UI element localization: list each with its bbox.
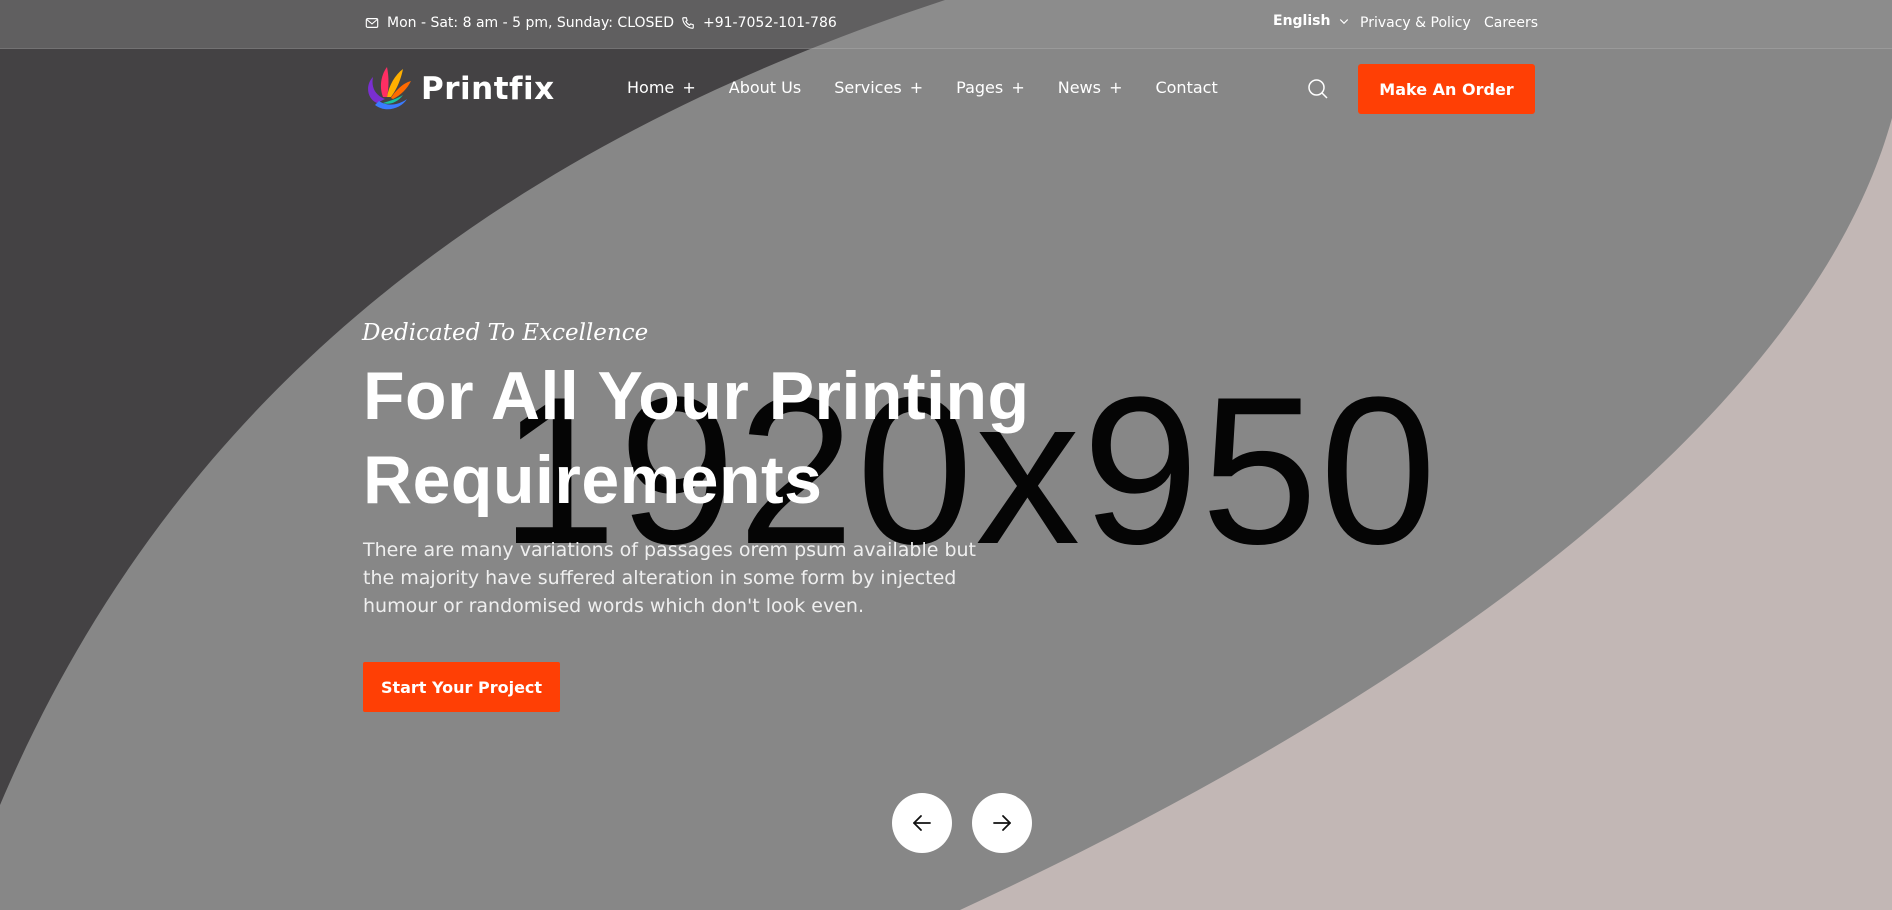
main-nav: Home + About Us Services + Pages + News … bbox=[627, 78, 1251, 97]
phone-icon bbox=[682, 17, 694, 29]
envelope-icon bbox=[365, 18, 379, 28]
nav-label-home: Home bbox=[627, 78, 675, 97]
hero-tagline: Dedicated To Excellence bbox=[362, 320, 649, 346]
language-label: English bbox=[1273, 13, 1331, 29]
opening-hours: Mon - Sat: 8 am - 5 pm, Sunday: CLOSED bbox=[365, 15, 674, 31]
careers-label: Careers bbox=[1484, 15, 1539, 31]
nav-label-contact: Contact bbox=[1155, 78, 1218, 97]
phone-number-text: +91-7052-101-786 bbox=[703, 15, 837, 31]
nav-item-services[interactable]: Services + bbox=[834, 78, 923, 97]
submenu-plus-icon: + bbox=[682, 78, 696, 97]
top-bar: Mon - Sat: 8 am - 5 pm, Sunday: CLOSED +… bbox=[0, 0, 1892, 49]
logo-mark-icon bbox=[368, 67, 411, 110]
search-icon bbox=[1308, 79, 1328, 99]
start-your-project-label: Start Your Project bbox=[380, 677, 543, 697]
start-your-project-button[interactable]: Start Your Project bbox=[363, 662, 560, 712]
arrow-right-icon bbox=[993, 815, 1011, 831]
submenu-plus-icon: + bbox=[1109, 78, 1123, 97]
hero-headline-line2: Requirements bbox=[363, 442, 823, 518]
hero-headline: For All Your Printing Requirements bbox=[363, 354, 1083, 522]
search-button[interactable] bbox=[1306, 77, 1330, 101]
nav-item-about[interactable]: About Us bbox=[729, 78, 801, 97]
hero-content: Dedicated To Excellence For All Your Pri… bbox=[362, 320, 1083, 712]
hero-headline-line1: For All Your Printing bbox=[363, 358, 1030, 434]
opening-hours-text: Mon - Sat: 8 am - 5 pm, Sunday: CLOSED bbox=[387, 15, 675, 31]
nav-label-pages: Pages bbox=[956, 78, 1004, 97]
phone-number[interactable]: +91-7052-101-786 bbox=[681, 15, 837, 31]
slider-next-button[interactable] bbox=[972, 793, 1032, 853]
nav-item-news[interactable]: News + bbox=[1058, 78, 1123, 97]
chevron-down-icon bbox=[1340, 19, 1349, 25]
nav-item-pages[interactable]: Pages + bbox=[956, 78, 1025, 97]
privacy-policy-label: Privacy & Policy bbox=[1360, 15, 1471, 31]
make-an-order-button[interactable]: Make An Order bbox=[1358, 64, 1535, 114]
language-selector[interactable]: English bbox=[1273, 13, 1350, 29]
privacy-policy-link[interactable]: Privacy & Policy bbox=[1360, 15, 1471, 31]
make-an-order-label: Make An Order bbox=[1379, 79, 1514, 99]
nav-label-news: News bbox=[1057, 78, 1101, 97]
careers-link[interactable]: Careers bbox=[1484, 15, 1538, 31]
slider-prev-button[interactable] bbox=[892, 793, 952, 853]
nav-label-about: About Us bbox=[728, 78, 802, 97]
hero-description: There are many variations of passages or… bbox=[363, 539, 977, 617]
arrow-left-icon bbox=[913, 815, 931, 831]
nav-item-contact[interactable]: Contact bbox=[1155, 78, 1217, 97]
submenu-plus-icon: + bbox=[909, 78, 924, 97]
nav-label-services: Services bbox=[834, 78, 902, 97]
main-header: Printfix Home + About Us Services + Page… bbox=[0, 49, 1892, 129]
brand-logo[interactable]: Printfix bbox=[363, 63, 555, 115]
nav-item-home[interactable]: Home + bbox=[627, 78, 696, 97]
brand-name: Printfix bbox=[421, 71, 555, 107]
submenu-plus-icon: + bbox=[1011, 78, 1025, 97]
